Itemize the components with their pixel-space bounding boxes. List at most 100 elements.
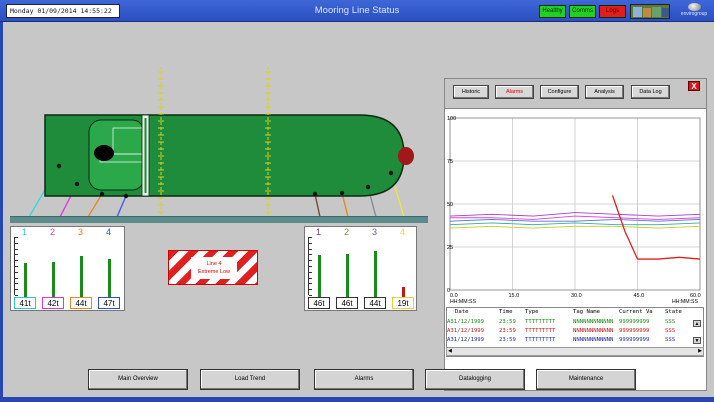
load-bar-2 [52,262,55,297]
trend-toolbar: Historic Alarms Configure Analysis Data … [445,79,706,109]
trend-chart: 10075502500.0 15.0 30.0 45.0 60.0HH:MM:SS HH:… [447,116,701,305]
load-trend-button[interactable]: Load Trend [200,369,300,390]
alarm-table-scrollbar[interactable]: ◀ ▶ [446,347,704,356]
scroll-left-icon[interactable]: ◀ [448,348,452,354]
alarm-cell-value: 999999999 [619,337,650,343]
load-value-2: 46t [336,297,358,309]
alarm-cell-date: A31/12/1999 [447,328,485,334]
load-value-4: 47t [98,297,120,309]
load-bar-4 [108,259,111,297]
line-number-1: 1 [316,227,322,237]
col-type: Type [525,309,539,315]
mooring-line-3 [87,193,103,218]
alarm-table-header: Date Time Type Tag Name Current Va State [447,309,703,317]
col-date: Date [455,309,469,315]
load-bar-1 [318,255,321,297]
close-icon[interactable]: X [688,81,700,91]
alarm-cell-type: TTTTTTTTT [525,337,556,343]
alarm-cell-type: TTTTTTTTT [525,328,556,334]
warning-message: Extreme Low [197,269,231,275]
configure-button[interactable]: Configure [540,85,579,99]
alarm-row[interactable]: A31/12/1999 23:59 TTTTTTTTT NNNNNNNNNNNN 999… [447,337,703,345]
alarm-cell-value: 999999999 [619,319,650,325]
load-scale [14,237,18,296]
alarm-cell-state: SSS [665,337,676,343]
logo-globe-icon [687,3,701,11]
bottom-window-edge [0,397,714,402]
x-tick-label: 45.0 [634,293,645,299]
y-tick-label: 100 [447,116,456,122]
load-bar-3 [374,251,377,297]
line-number-3: 3 [372,227,378,237]
scroll-down-button[interactable]: ▼ [693,337,701,344]
alarm-row[interactable]: A31/12/1999 23:59 TTTTTTTTT NNNNNNNNNNNN 999… [447,328,703,336]
datalogging-button[interactable]: Datalogging [425,369,525,390]
y-tick-label: 50 [447,202,453,208]
alarm-cell-date: A31/12/1999 [447,319,485,325]
line-number-4: 4 [400,227,406,237]
alarms-button[interactable]: Alarms [314,369,414,390]
alarm-cell-tag: NNNNNNNNNNNN [573,319,614,325]
line-number-4: 4 [106,227,112,237]
right-load-panel: 1 46t 2 46t 3 44t 4 19t [304,226,417,311]
load-bar-4 [402,287,405,297]
historic-button[interactable]: Historic [453,85,489,99]
load-bar-3 [80,256,83,297]
load-value-1: 41t [14,297,36,309]
load-bar-1 [24,263,27,297]
alarm-cell-time: 23:59 [499,328,516,334]
mooring-line-5 [314,193,321,218]
hmi-screen: Mooring Line Status Monday 01/09/2014 14… [0,0,714,402]
load-value-2: 42t [42,297,64,309]
mooring-line-4 [116,195,127,218]
healthy-status-button[interactable]: Healthy [539,5,566,18]
x-axis-label: HH:MM:SS [672,299,698,305]
load-value-3: 44t [70,297,92,309]
main-overview-button[interactable]: Main Overview [88,369,188,390]
bow-bulb [398,147,414,165]
y-tick-label: 25 [447,245,453,251]
alarm-cell-tag: NNNNNNNNNNNN [573,337,614,343]
camera-view-icon[interactable] [630,4,670,19]
alarm-cell-time: 23:59 [499,319,516,325]
alarm-cell-type: TTTTTTTTT [525,319,556,325]
line-number-2: 2 [344,227,350,237]
warning-text: Line 4 Extreme Low [191,257,237,279]
jetty [10,216,428,223]
logs-status-button[interactable]: Logs [599,5,626,18]
col-time: Time [499,309,513,315]
maintenance-button[interactable]: Maintenance [536,369,636,390]
alarm-row[interactable]: A31/12/1999 23:59 TTTTTTTTT NNNNNNNNNNNN 999… [447,319,703,327]
extreme-low-warning: Line 4 Extreme Low [168,250,258,285]
load-value-1: 46t [308,297,330,309]
company-logo: envirogroup [677,2,711,20]
scroll-right-icon[interactable]: ▶ [698,348,702,354]
line-number-3: 3 [78,227,84,237]
data-log-button[interactable]: Data Log [631,85,670,99]
alarm-cell-value: 999999999 [619,328,650,334]
y-tick-label: 75 [447,159,453,165]
bridge-wing-slot [144,118,147,193]
col-tag: Tag Name [573,309,600,315]
alarm-cell-state: SSS [665,319,676,325]
load-value-3: 44t [364,297,386,309]
comms-status-button[interactable]: Comms [569,5,596,18]
col-state: State [665,309,682,315]
load-bar-2 [346,254,349,297]
alarm-cell-time: 23:59 [499,337,516,343]
logo-text: envirogroup [680,11,708,17]
x-tick-label: 15.0 [509,293,520,299]
load-scale [308,237,312,296]
x-tick-label: 30.0 [571,293,582,299]
x-axis-label: HH:MM:SS [450,299,476,305]
line-number-1: 1 [22,227,28,237]
left-load-panel: 1 41t 2 42t 3 44t 4 47t [10,226,125,311]
analysis-button[interactable]: Analysis [585,85,624,99]
alarms-tab-button[interactable]: Alarms [495,85,534,99]
scroll-up-button[interactable]: ▲ [693,320,701,327]
col-value: Current Va [619,309,653,315]
warning-line: Line 4 [206,261,222,267]
funnel [94,145,114,161]
alarm-cell-date: A31/12/1999 [447,337,485,343]
load-value-4: 19t [392,297,414,309]
